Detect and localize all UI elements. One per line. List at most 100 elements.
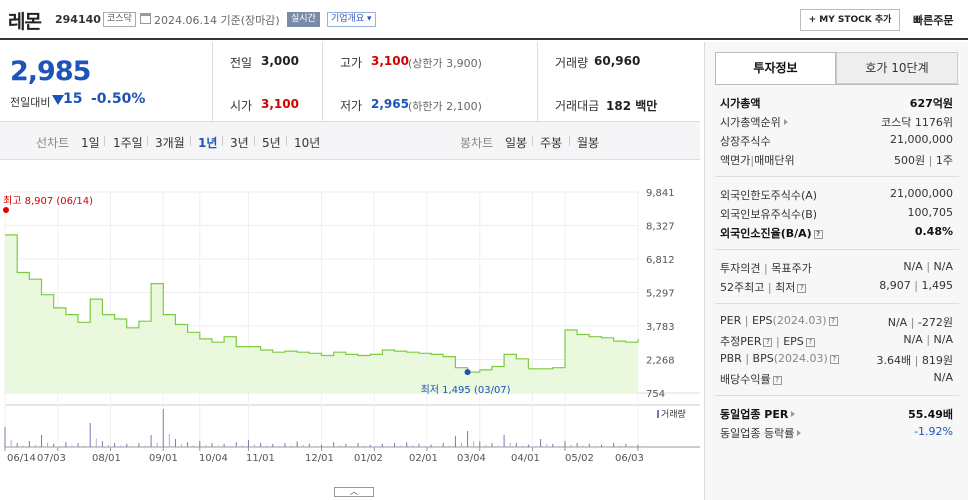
tab-investment-info[interactable]: 투자정보 [715, 52, 836, 84]
stock-code: 294140 [55, 13, 101, 26]
help-icon[interactable]: ? [763, 338, 773, 347]
caret-right-icon [797, 430, 802, 436]
volume-label: 거래량 [555, 56, 589, 70]
divider [715, 176, 959, 177]
est-per-label: 추정PER? | EPS? [720, 333, 815, 349]
shares-label: 상장주식수 [720, 135, 771, 148]
caret-right-icon [783, 119, 788, 125]
tab-3y[interactable]: 3년 [230, 134, 249, 151]
low-marker [464, 369, 471, 376]
52w-value: 8,907 | 1,495 [879, 279, 953, 292]
foreign-ratio-label: 외국인소진율(B/A)? [720, 225, 823, 241]
help-icon[interactable]: ? [828, 317, 838, 326]
x-tick-label: 10/04 [199, 453, 228, 464]
foreign-hold-label: 외국인보유주식수(B) [720, 208, 818, 221]
x-tick-label: 08/01 [92, 453, 121, 464]
info-row-pbr: PBR | BPS(2024.03)? 3.64배 | 819원 [715, 350, 959, 368]
y-tick-label: 3,783 [646, 322, 675, 333]
divider [537, 42, 538, 122]
info-row-shares: 상장주식수 21,000,000 [715, 131, 959, 149]
realtime-button[interactable]: 실시간 [287, 12, 320, 27]
volume-value: 60,960 [594, 54, 641, 68]
tab-separator [147, 136, 148, 146]
tab-1w[interactable]: 1주일 [113, 134, 143, 151]
help-icon[interactable]: ? [772, 376, 782, 385]
add-mystock-button[interactable]: + MY STOCK 추가 [800, 9, 900, 31]
sector-per-label[interactable]: 동일업종 PER [720, 406, 796, 422]
per-label: PER | EPS(2024.03)? [720, 314, 838, 327]
quick-order-link[interactable]: 빠른주문 [913, 12, 953, 28]
tab-5y[interactable]: 5년 [262, 134, 281, 151]
collapse-chart-button[interactable]: ︿ [334, 487, 374, 497]
company-info-button[interactable]: 기업개요 ▾ [327, 12, 376, 27]
tab-10y[interactable]: 10년 [294, 134, 320, 151]
tab-1d[interactable]: 1일 [81, 134, 100, 151]
opinion-value: N/A | N/A [903, 260, 953, 273]
help-icon[interactable]: ? [813, 230, 823, 239]
low-label: 최저 1,495 (03/07) [421, 384, 511, 396]
x-tick-label: 02/01 [409, 453, 438, 464]
y-tick-label: 6,812 [646, 255, 675, 266]
high-value: 3,100 [371, 54, 409, 68]
tab-weekly[interactable]: 주봉 [540, 134, 562, 151]
est-per-value: N/A | N/A [903, 333, 953, 346]
x-tick-label: 11/01 [246, 453, 275, 464]
per-value: N/A | -272원 [887, 316, 953, 329]
price-chart-svg: 9,841 8,327 6,812 5,297 3,783 2,268 754 06/14 07… [3, 188, 700, 464]
shares-value: 21,000,000 [890, 133, 953, 146]
sector-change-label[interactable]: 동일업종 등락률 [720, 425, 802, 441]
tab-3m[interactable]: 3개월 [155, 134, 185, 151]
prev-close-value: 3,000 [261, 54, 299, 68]
change-value: 15 [63, 91, 83, 107]
foreign-limit-label: 외국인한도주식수(A) [720, 189, 818, 202]
x-tick-label: 01/02 [354, 453, 383, 464]
x-tick-label: 04/01 [511, 453, 540, 464]
calendar-icon [140, 13, 151, 24]
low-label: 저가 [340, 99, 363, 113]
y-tick-label: 9,841 [646, 188, 675, 199]
tab-separator [222, 136, 223, 146]
tab-separator [286, 136, 287, 146]
mcap-label: 시가총액 [720, 97, 761, 110]
foreign-ratio-value: 0.48% [914, 225, 953, 238]
info-row-sector-per: 동일업종 PER 55.49배 [715, 404, 959, 422]
x-tick-label: 05/02 [565, 453, 594, 464]
info-row-foreign-limit: 외국인한도주식수(A) 21,000,000 [715, 185, 959, 203]
mcap-rank-label[interactable]: 시가총액순위 [720, 114, 788, 130]
current-price: 2,985 [10, 56, 91, 87]
x-tick-label: 06/14 [7, 453, 36, 464]
stock-header: 레몬 294140 코스닥 2024.06.14 기준(장마감) 실시간 기업개… [0, 0, 968, 40]
tab-order-book[interactable]: 호가 10단계 [836, 52, 958, 84]
info-row-foreign-hold: 외국인보유주식수(B) 100,705 [715, 204, 959, 222]
quote-date: 2024.06.14 기준(장마감) [154, 14, 280, 27]
caret-right-icon [791, 411, 796, 417]
tab-daily[interactable]: 일봉 [505, 134, 527, 151]
opinion-label: 투자의견 | 목표주가 [720, 262, 812, 275]
info-row-foreign-ratio: 외국인소진율(B/A)? 0.48% [715, 223, 959, 241]
trade-amount-value: 182 백만 [606, 99, 658, 113]
divider [322, 42, 323, 122]
price-chart[interactable]: 9,841 8,327 6,812 5,297 3,783 2,268 754 06/14 07… [0, 160, 700, 495]
tab-monthly[interactable]: 월봉 [577, 134, 599, 151]
volume-legend-label: 거래량 [661, 408, 686, 420]
help-icon[interactable]: ? [805, 338, 815, 347]
low-value: 2,965 [371, 97, 409, 111]
chart-period-tabs: 선차트 1일 1주일 3개월 1년 3년 5년 10년 봉차트 일봉 주봉 월봉 [0, 122, 700, 160]
open-label: 시가 [230, 99, 253, 113]
change-label: 전일대비 [10, 96, 51, 109]
sector-per-value: 55.49배 [908, 408, 953, 421]
help-icon[interactable]: ? [829, 355, 839, 364]
x-tick-label: 09/01 [149, 453, 178, 464]
tab-1y[interactable]: 1년 [198, 134, 217, 151]
divider [715, 303, 959, 304]
tab-separator [569, 136, 570, 146]
dividend-label: 배당수익률? [720, 371, 782, 387]
trade-amount-label: 거래대금 [555, 99, 600, 113]
divider [715, 249, 959, 250]
line-chart-label: 선차트 [36, 136, 70, 150]
pbr-value: 3.64배 | 819원 [876, 354, 953, 367]
lower-limit: (하한가 2,100) [408, 100, 482, 113]
investment-info-table: 시가총액 627억원 시가총액순위 코스닥 1176위 상장주식수 21,000… [715, 84, 959, 440]
help-icon[interactable]: ? [797, 284, 807, 293]
high-label: 최고 8,907 (06/14) [3, 195, 93, 207]
